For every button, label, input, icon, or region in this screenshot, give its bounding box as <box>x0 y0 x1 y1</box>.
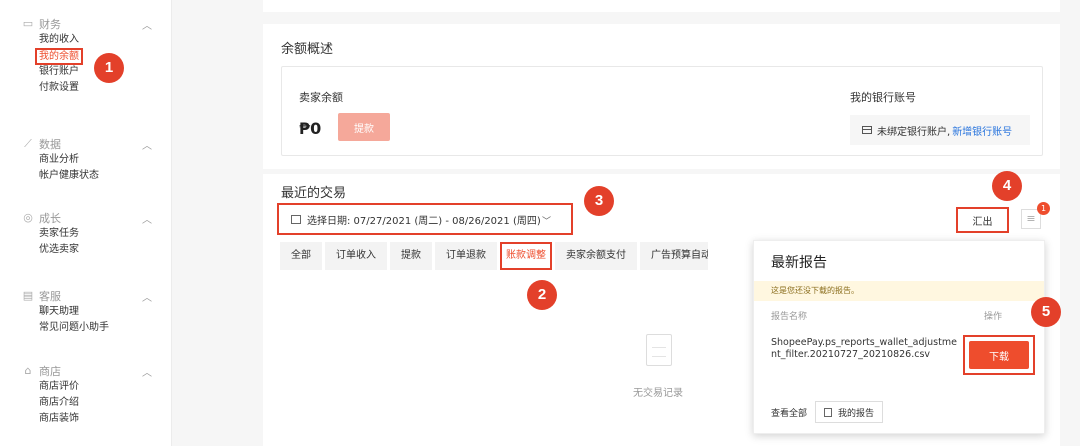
balance-overview-card: 余额概述 卖家余额 ₱0 提款 我的银行账号 未绑定银行账户, 新增银行账号 <box>263 24 1060 169</box>
report-action-header: 操作 <box>984 312 1003 322</box>
sidebar-group-data: ⟋ 数据 ︿ 商业分析 帐户健康状态 <box>22 136 162 184</box>
bank-account-box: 未绑定银行账户, 新增银行账号 <box>850 115 1030 145</box>
transaction-tabs: 全部 订单收入 提款 订单退款 账款调整 卖家余额支付 广告预算自动充值 <box>280 242 711 270</box>
bank-account-label: 我的银行账号 <box>850 91 916 104</box>
step-badge-4: 4 <box>992 171 1022 201</box>
sidebar-item-preferred-seller[interactable]: 优选卖家 <box>39 242 162 258</box>
step-badge-2: 2 <box>527 280 557 310</box>
sidebar-group-finance: ▭ 财务 ︿ 我的收入 我的余额 银行账户 付款设置 <box>22 16 162 96</box>
empty-state-text: 无交易记录 <box>633 388 683 399</box>
chevron-down-icon: ﹀ <box>541 217 551 227</box>
latest-reports-panel: 最新报告 这是您还没下载的报告。 报告名称 操作 ShopeePay.ps_re… <box>753 240 1045 434</box>
wallet-icon: ▭ <box>22 17 34 30</box>
growth-icon: ◎ <box>23 211 33 224</box>
withdraw-button[interactable]: 提款 <box>338 113 390 141</box>
seller-balance-label: 卖家余额 <box>299 91 343 104</box>
sidebar-group-header[interactable]: ▭ 财务 ︿ <box>22 16 162 33</box>
sidebar-item-shop-rating[interactable]: 商店评价 <box>39 379 162 395</box>
tab-all[interactable]: 全部 <box>280 242 322 270</box>
sidebar-item-balance-label: 我的余额 <box>35 48 83 65</box>
sidebar-group-header[interactable]: ⌂ 商店 ︿ <box>22 363 162 380</box>
step-badge-1: 1 <box>94 53 124 83</box>
tab-withdrawal[interactable]: 提款 <box>390 242 432 270</box>
my-reports-button[interactable]: 我的报告 <box>815 401 884 423</box>
reports-title: 最新报告 <box>771 255 827 271</box>
sidebar-item-payment-settings[interactable]: 付款设置 <box>39 80 162 96</box>
sidebar-item-seller-missions[interactable]: 卖家任务 <box>39 226 162 242</box>
sidebar-group-header[interactable]: ⟋ 数据 ︿ <box>22 136 162 153</box>
chevron-up-icon[interactable]: ︿ <box>142 17 152 32</box>
sidebar-item-shop-decoration[interactable]: 商店装饰 <box>39 411 162 427</box>
sidebar-group-customer-service: ▤ 客服 ︿ 聊天助理 常见问题小助手 <box>22 288 162 336</box>
sidebar-group-header[interactable]: ▤ 客服 ︿ <box>22 288 162 305</box>
reports-notice: 这是您还没下载的报告。 <box>754 281 1044 301</box>
tab-order-refund[interactable]: 订单退款 <box>435 242 497 270</box>
download-button[interactable]: 下载 <box>969 341 1029 369</box>
sidebar-group-growth: ◎ 成长 ︿ 卖家任务 优选卖家 <box>22 210 162 258</box>
balance-title: 余额概述 <box>281 42 334 57</box>
tab-order-income[interactable]: 订单收入 <box>325 242 387 270</box>
calendar-icon <box>291 214 301 224</box>
empty-document-icon <box>646 334 672 366</box>
shop-icon: ⌂ <box>24 364 32 377</box>
date-range-text: 选择日期: 07/27/2021 (周二) - 08/26/2021 (周四) <box>307 215 541 227</box>
transactions-title: 最近的交易 <box>281 186 347 201</box>
tab-adjustment[interactable]: 账款调整 <box>500 242 552 270</box>
view-all-label: 查看全部 <box>771 408 808 419</box>
sidebar: ▭ 财务 ︿ 我的收入 我的余额 银行账户 付款设置 ⟋ 数据 ︿ 商业分析 帐… <box>0 0 172 446</box>
sidebar-group-header[interactable]: ◎ 成长 ︿ <box>22 210 162 227</box>
add-bank-account-link[interactable]: 新增银行账号 <box>952 123 1012 138</box>
chevron-up-icon[interactable]: ︿ <box>142 364 152 379</box>
sidebar-item-account-health[interactable]: 帐户健康状态 <box>39 168 162 184</box>
tab-balance-payment[interactable]: 卖家余额支付 <box>555 242 637 270</box>
notification-badge: 1 <box>1037 202 1050 215</box>
top-card-remnant <box>263 0 1060 12</box>
bank-card-icon <box>862 126 872 134</box>
report-file-name: ShopeePay.ps_reports_wallet_adjustment_f… <box>771 337 957 360</box>
date-range-picker[interactable]: 选择日期: 07/27/2021 (周二) - 08/26/2021 (周四) … <box>277 203 573 235</box>
chat-icon: ▤ <box>22 289 34 302</box>
sidebar-item-faq-assistant[interactable]: 常见问题小助手 <box>39 320 162 336</box>
balance-amount: ₱0 <box>299 119 322 138</box>
report-name-header: 报告名称 <box>771 312 808 322</box>
sidebar-item-shop-profile[interactable]: 商店介绍 <box>39 395 162 411</box>
sidebar-group-shop: ⌂ 商店 ︿ 商店评价 商店介绍 商店装饰 <box>22 363 162 427</box>
export-button[interactable]: 汇出 <box>956 207 1009 233</box>
bank-status-text: 未绑定银行账户, <box>877 126 951 138</box>
reports-footer: 查看全部 我的报告 <box>771 401 884 423</box>
sidebar-item-chat-assistant[interactable]: 聊天助理 <box>39 304 162 320</box>
chevron-up-icon[interactable]: ︿ <box>142 137 152 152</box>
sidebar-item-business-insights[interactable]: 商业分析 <box>39 152 162 168</box>
chart-icon: ⟋ <box>24 137 32 150</box>
step-badge-3: 3 <box>584 186 614 216</box>
download-highlight: 下载 <box>963 335 1035 375</box>
tab-ads-topup[interactable]: 广告预算自动充值 <box>640 242 708 270</box>
chevron-up-icon[interactable]: ︿ <box>142 211 152 226</box>
balance-inner-box: 卖家余额 ₱0 提款 我的银行账号 未绑定银行账户, 新增银行账号 <box>281 66 1043 156</box>
chevron-up-icon[interactable]: ︿ <box>142 289 152 304</box>
sidebar-item-income[interactable]: 我的收入 <box>39 32 162 48</box>
document-icon <box>824 407 833 417</box>
step-badge-5: 5 <box>1031 297 1061 327</box>
